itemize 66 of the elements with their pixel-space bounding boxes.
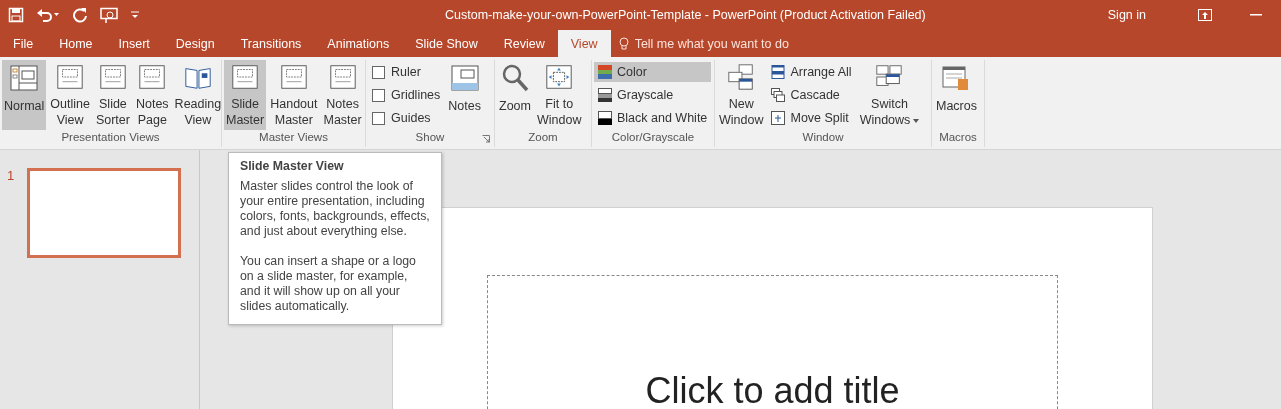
ribbon-button[interactable]: Normal bbox=[2, 60, 47, 130]
ribbon-button[interactable]: Slide Sorter bbox=[93, 60, 132, 130]
checkbox[interactable]: Gridlines bbox=[368, 85, 445, 105]
group-label: Color/Grayscale bbox=[611, 131, 695, 143]
ribbon-tab[interactable]: Transitions bbox=[227, 30, 315, 57]
sign-in-link[interactable]: Sign in bbox=[1107, 8, 1146, 22]
slide-thumbnail[interactable] bbox=[27, 168, 182, 258]
ribbon-tab[interactable]: Home bbox=[46, 30, 106, 57]
ribbon-button[interactable]: Switch Windows bbox=[857, 60, 922, 130]
ribbon-button[interactable]: Macros bbox=[934, 60, 979, 130]
ribbon-button[interactable]: Arrange All bbox=[767, 62, 856, 82]
group-label: Presentation Views bbox=[61, 131, 160, 143]
ribbon-tab[interactable]: Animations bbox=[314, 30, 403, 57]
ribbon-button[interactable]: Color bbox=[594, 62, 712, 82]
color-swatch-icon bbox=[598, 65, 612, 79]
checkbox[interactable]: Guides bbox=[368, 108, 445, 128]
ribbon-button[interactable]: Reading View bbox=[172, 60, 224, 130]
notes-pane-icon bbox=[448, 62, 481, 94]
group-label: Macros bbox=[939, 131, 977, 143]
ribbon-tab[interactable]: Slide Show bbox=[402, 30, 491, 57]
group-label: Zoom bbox=[528, 131, 558, 143]
ribbon-button[interactable]: Black and White bbox=[594, 108, 712, 128]
tell-me-field[interactable]: Tell me what you want to do bbox=[634, 36, 789, 51]
group-label: Show bbox=[415, 131, 445, 143]
tooltip-text: Master slides control the look of your entire presentation, including colors, fonts, backgrounds, effects, and just about everything else. bbox=[240, 179, 431, 239]
normal-view-icon bbox=[8, 62, 41, 94]
ribbon-button[interactable]: Fit to Window bbox=[535, 60, 584, 130]
ribbon-tab[interactable]: File bbox=[0, 30, 47, 57]
redo-icon bbox=[72, 7, 88, 23]
arrange-all-icon bbox=[771, 65, 786, 79]
tooltip-title: Slide Master View bbox=[240, 159, 345, 174]
ribbon-button[interactable]: Notes bbox=[446, 60, 483, 130]
dialog-launcher-icon[interactable] bbox=[482, 135, 490, 143]
tooltip-text: You can insert a shape or a logo on a slide master, for example, and it will show up on all your slides automatically. bbox=[240, 254, 417, 314]
ribbon-tab[interactable]: View bbox=[557, 30, 611, 57]
ribbon-button[interactable]: Notes Page bbox=[133, 60, 171, 130]
move-split-icon bbox=[771, 111, 786, 125]
window-title: Custom-make-your-own-PowerPoint-Template - PowerPoint (Product Activation Failed) bbox=[444, 8, 927, 22]
ribbon-button[interactable]: Cascade bbox=[767, 85, 856, 105]
ribbon-button[interactable]: Zoom bbox=[497, 60, 533, 130]
ribbon-button[interactable]: New Window bbox=[717, 60, 766, 130]
checkbox[interactable]: Ruler bbox=[368, 62, 445, 82]
monochrome-swatch-icon bbox=[598, 111, 612, 125]
ribbon-button[interactable]: Notes Master bbox=[321, 60, 364, 130]
cascade-icon bbox=[771, 88, 786, 102]
ribbon-tab[interactable]: Insert bbox=[105, 30, 163, 57]
ribbon-button[interactable]: Grayscale bbox=[594, 85, 712, 105]
grayscale-swatch-icon bbox=[598, 88, 612, 102]
lightbulb-icon bbox=[618, 36, 629, 51]
ribbon-button[interactable]: Move Split bbox=[767, 108, 856, 128]
customize-caret-icon bbox=[130, 10, 140, 20]
undo-icon bbox=[36, 7, 60, 23]
ribbon-tab[interactable]: Design bbox=[162, 30, 228, 57]
ribbon-button[interactable]: Outline View bbox=[48, 60, 92, 130]
ribbon-button[interactable]: Slide Master bbox=[224, 60, 267, 130]
presentation-icon bbox=[100, 7, 118, 23]
save-icon bbox=[8, 7, 24, 23]
slide-number: 1 bbox=[7, 168, 15, 183]
placeholder-text: Click to add title bbox=[645, 370, 900, 409]
ribbon-button[interactable]: Handout Master bbox=[268, 60, 320, 130]
ribbon-tab[interactable]: Review bbox=[490, 30, 558, 57]
ribbon-display-icon bbox=[1198, 9, 1212, 21]
title-placeholder[interactable]: Click to add title bbox=[487, 275, 1058, 409]
group-label: Master Views bbox=[259, 131, 328, 143]
group-label: Window bbox=[802, 131, 844, 143]
minimize-icon bbox=[1250, 14, 1262, 16]
